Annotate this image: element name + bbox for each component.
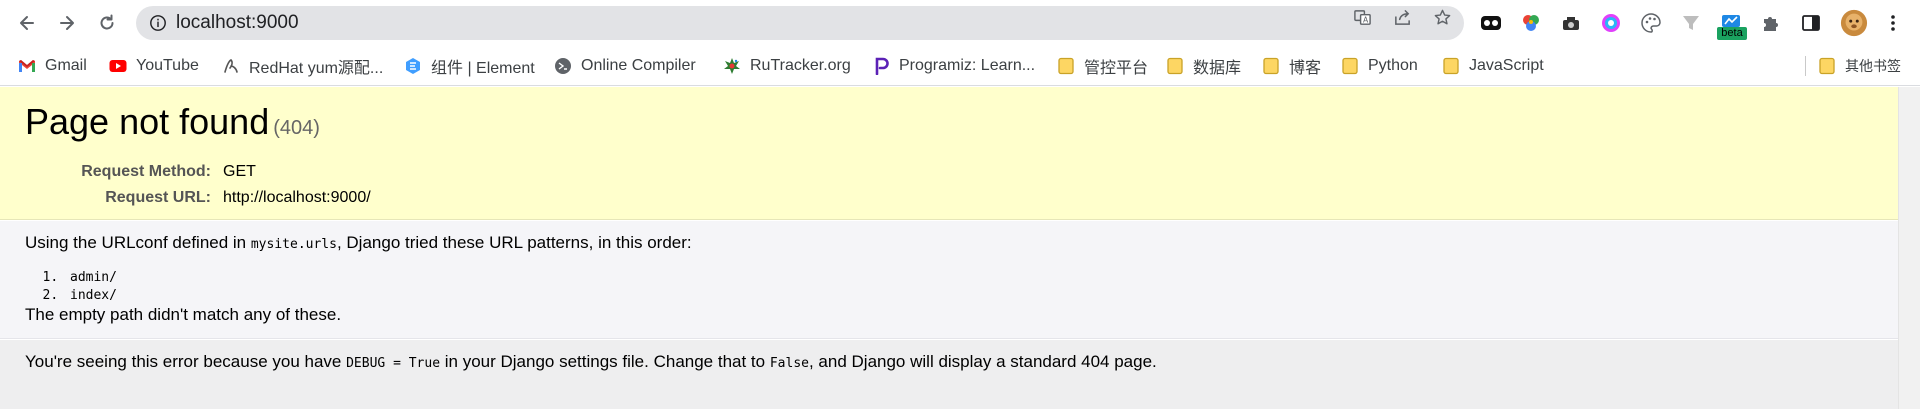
reload-button[interactable] — [92, 8, 122, 38]
back-button[interactable] — [12, 8, 42, 38]
share-icon[interactable] — [1392, 7, 1412, 27]
extension-palette-icon[interactable] — [1639, 11, 1663, 35]
error-title: Page not found — [25, 101, 270, 142]
compiler-icon — [554, 57, 572, 75]
false-value: False — [769, 356, 809, 371]
element-icon — [404, 57, 422, 75]
back-arrow-icon — [20, 16, 34, 30]
youtube-icon — [109, 57, 127, 75]
request-url-label: Request URL: — [105, 189, 211, 206]
gmail-icon — [18, 57, 36, 75]
folder-icon — [1166, 57, 1184, 75]
bookmark-label: 数据库 — [1193, 60, 1242, 77]
bookmark-redhat[interactable]: RedHat yum源配... — [222, 46, 383, 86]
error-summary: Page not found (404) Request Method: GET … — [0, 87, 1898, 220]
debug-explanation: You're seeing this error because you hav… — [0, 340, 1898, 409]
request-url-row: Request URL: http://localhost:9000/ — [25, 185, 371, 211]
urlconf-info: Using the URLconf defined in mysite.urls… — [0, 221, 1898, 339]
extension-colorful-icon[interactable] — [1519, 11, 1543, 35]
error-code: (404) — [273, 117, 320, 139]
extension-filter-icon[interactable] — [1679, 11, 1703, 35]
svg-text:A: A — [1362, 15, 1368, 24]
debug-explanation-text: You're seeing this error because you hav… — [25, 352, 1157, 371]
folder-icon — [1057, 57, 1075, 75]
bookmark-gmail[interactable]: Gmail — [18, 46, 87, 86]
bookmark-label: RuTracker.org — [750, 57, 851, 74]
url-pattern: admin/ — [66, 269, 117, 287]
request-method-label: Request Method: — [81, 163, 211, 180]
page-content: Page not found (404) Request Method: GET … — [0, 87, 1920, 409]
beta-badge: beta — [1717, 27, 1747, 40]
no-match-message: The empty path didn't match any of these… — [25, 305, 342, 324]
bookmark-programiz[interactable]: Programiz: Learn... — [872, 46, 1035, 86]
request-url-value: http://localhost:9000/ — [223, 189, 371, 206]
bookmark-label: Gmail — [45, 57, 87, 74]
extension-color-picker-icon[interactable] — [1599, 11, 1623, 35]
bookmark-star-icon[interactable] — [1432, 7, 1452, 27]
request-method-value: GET — [223, 163, 256, 180]
bookmarks-bar: Gmail YouTube RedHat yum源配... 组件 | Eleme… — [0, 46, 1920, 86]
bookmark-label: 管控平台 — [1084, 60, 1149, 77]
extension-glasses-icon[interactable] — [1479, 11, 1503, 35]
bookmark-folder-python[interactable]: Python — [1341, 46, 1418, 86]
folder-icon — [1818, 57, 1836, 75]
forward-arrow-icon — [60, 16, 74, 30]
extensions-puzzle-icon[interactable] — [1759, 11, 1783, 35]
folder-icon — [1341, 57, 1359, 75]
bookmark-label: JavaScript — [1469, 57, 1544, 74]
folder-icon — [1262, 57, 1280, 75]
bookmark-label: RedHat yum源配... — [249, 60, 384, 77]
browser-toolbar: localhost:9000 A beta — [0, 0, 1920, 46]
bookmark-rutracker[interactable]: RuTracker.org — [723, 46, 851, 86]
url-pattern-list: admin/ index/ — [66, 269, 117, 305]
folder-icon — [1442, 57, 1460, 75]
translate-icon[interactable]: A — [1352, 7, 1372, 27]
profile-avatar[interactable] — [1839, 8, 1869, 38]
bookmark-folder-control[interactable]: 管控平台 — [1057, 46, 1148, 86]
rutracker-icon — [723, 57, 741, 75]
bookmark-label: Online Compiler — [581, 57, 696, 74]
url-text[interactable]: localhost:9000 — [176, 12, 299, 34]
bookmark-label: 组件 | Element — [431, 60, 535, 77]
reload-icon — [100, 14, 114, 30]
bookmark-folder-database[interactable]: 数据库 — [1166, 46, 1241, 86]
request-meta-table: Request Method: GET Request URL: http://… — [25, 159, 371, 211]
bookmark-label: 博客 — [1289, 60, 1322, 77]
bookmark-online-compiler[interactable]: Online Compiler — [554, 46, 696, 86]
bookmark-youtube[interactable]: YouTube — [109, 46, 199, 86]
extension-camera-icon[interactable] — [1559, 11, 1583, 35]
request-method-row: Request Method: GET — [25, 159, 371, 185]
bookmark-label: 其他书签 — [1845, 58, 1901, 74]
page-title: Page not found (404) — [25, 101, 320, 143]
bookmark-folder-blog[interactable]: 博客 — [1262, 46, 1321, 86]
bookmark-label: Python — [1368, 57, 1418, 74]
programiz-icon — [872, 57, 890, 75]
page-scrollbar[interactable] — [1898, 87, 1920, 409]
bookmark-label: YouTube — [136, 57, 199, 74]
bookmark-folder-javascript[interactable]: JavaScript — [1442, 46, 1544, 86]
bookmark-label: Programiz: Learn... — [899, 57, 1036, 74]
browser-menu-icon[interactable] — [1881, 11, 1905, 35]
urlconf-intro: Using the URLconf defined in mysite.urls… — [25, 233, 692, 252]
urlconf-name: mysite.urls — [250, 237, 337, 252]
forward-button[interactable] — [52, 8, 82, 38]
bookmark-element[interactable]: 组件 | Element — [404, 46, 535, 86]
site-info-icon[interactable] — [148, 13, 168, 33]
side-panel-icon[interactable] — [1799, 11, 1823, 35]
address-bar[interactable]: localhost:9000 — [136, 6, 1464, 40]
bookmarks-divider — [1805, 56, 1806, 76]
redhat-icon — [222, 57, 240, 75]
bookmark-other-folder[interactable]: 其他书签 — [1818, 46, 1901, 86]
url-pattern: index/ — [66, 287, 117, 305]
debug-setting: DEBUG = True — [346, 356, 441, 371]
